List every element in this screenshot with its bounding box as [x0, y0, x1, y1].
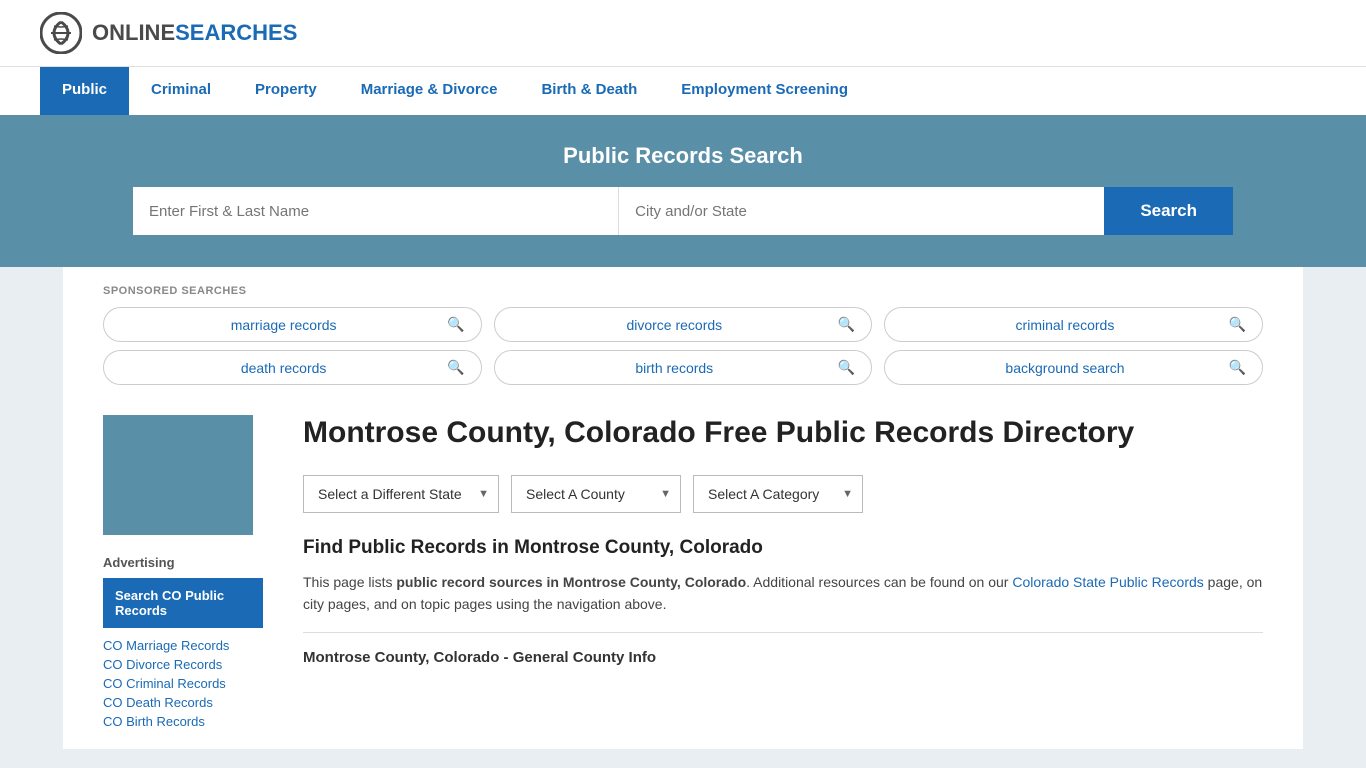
find-state-link[interactable]: Colorado State Public Records — [1012, 574, 1203, 590]
nav-item-criminal[interactable]: Criminal — [129, 67, 233, 115]
logo: ONLINESEARCHES — [40, 12, 297, 54]
nav-item-employment[interactable]: Employment Screening — [659, 67, 870, 115]
sidebar-link-marriage[interactable]: CO Marriage Records — [103, 638, 263, 653]
header: ONLINESEARCHES — [0, 0, 1366, 66]
main-container: SPONSORED SEARCHES marriage records 🔍 di… — [63, 267, 1303, 749]
search-icon-6: 🔍 — [1229, 359, 1246, 376]
category-dropdown-wrap: Select A Category — [693, 475, 863, 513]
nav-item-marriage-divorce[interactable]: Marriage & Divorce — [339, 67, 520, 115]
find-text-part1: This page lists — [303, 574, 396, 590]
find-text-part2: . Additional resources can be found on o… — [746, 574, 1012, 590]
pill-marriage[interactable]: marriage records 🔍 — [103, 307, 482, 342]
county-dropdown[interactable]: Select A County — [511, 475, 681, 513]
logo-icon — [40, 12, 82, 54]
search-icon-4: 🔍 — [447, 359, 464, 376]
sidebar-link-divorce[interactable]: CO Divorce Records — [103, 657, 263, 672]
state-image — [103, 415, 253, 535]
pill-background[interactable]: background search 🔍 — [884, 350, 1263, 385]
pill-criminal[interactable]: criminal records 🔍 — [884, 307, 1263, 342]
sidebar: Advertising Search CO Public Records CO … — [63, 415, 283, 749]
sidebar-link-birth[interactable]: CO Birth Records — [103, 714, 263, 729]
find-records-title: Find Public Records in Montrose County, … — [303, 537, 1263, 559]
location-input[interactable] — [619, 187, 1104, 235]
pill-row-1: marriage records 🔍 divorce records 🔍 cri… — [103, 307, 1263, 342]
sidebar-ad-box[interactable]: Search CO Public Records — [103, 578, 263, 628]
content-area: Advertising Search CO Public Records CO … — [63, 395, 1303, 749]
logo-text: ONLINESEARCHES — [92, 20, 297, 46]
nav-item-birth-death[interactable]: Birth & Death — [519, 67, 659, 115]
search-banner-title: Public Records Search — [40, 143, 1326, 169]
search-icon-2: 🔍 — [838, 316, 855, 333]
state-dropdown-wrap: Select a Different State — [303, 475, 499, 513]
sponsored-pills: marriage records 🔍 divorce records 🔍 cri… — [103, 307, 1263, 385]
find-text-bold: public record sources in Montrose County… — [396, 574, 746, 590]
section-subtitle: Montrose County, Colorado - General Coun… — [303, 649, 1263, 666]
sidebar-link-criminal[interactable]: CO Criminal Records — [103, 676, 263, 691]
sidebar-links: CO Marriage Records CO Divorce Records C… — [103, 638, 263, 729]
pill-divorce[interactable]: divorce records 🔍 — [494, 307, 873, 342]
pill-death[interactable]: death records 🔍 — [103, 350, 482, 385]
category-dropdown[interactable]: Select A Category — [693, 475, 863, 513]
name-input[interactable] — [133, 187, 619, 235]
sponsored-label: SPONSORED SEARCHES — [103, 285, 1263, 297]
sidebar-ad-label: Advertising — [103, 555, 263, 570]
nav-item-public[interactable]: Public — [40, 67, 129, 115]
pill-birth[interactable]: birth records 🔍 — [494, 350, 873, 385]
pill-row-2: death records 🔍 birth records 🔍 backgrou… — [103, 350, 1263, 385]
dropdowns-row: Select a Different State Select A County… — [303, 475, 1263, 513]
search-icon-1: 🔍 — [447, 316, 464, 333]
nav-item-property[interactable]: Property — [233, 67, 339, 115]
search-form: Search — [133, 187, 1233, 235]
find-records-text: This page lists public record sources in… — [303, 571, 1263, 616]
search-button[interactable]: Search — [1104, 187, 1233, 235]
state-dropdown[interactable]: Select a Different State — [303, 475, 499, 513]
page-title: Montrose County, Colorado Free Public Re… — [303, 415, 1263, 451]
sidebar-link-death[interactable]: CO Death Records — [103, 695, 263, 710]
search-icon-5: 🔍 — [838, 359, 855, 376]
main-content: Montrose County, Colorado Free Public Re… — [283, 415, 1303, 749]
sponsored-section: SPONSORED SEARCHES marriage records 🔍 di… — [63, 267, 1303, 395]
county-dropdown-wrap: Select A County — [511, 475, 681, 513]
search-icon-3: 🔍 — [1229, 316, 1246, 333]
main-nav: Public Criminal Property Marriage & Divo… — [0, 66, 1366, 115]
search-banner: Public Records Search Search — [0, 115, 1366, 267]
section-divider — [303, 632, 1263, 633]
